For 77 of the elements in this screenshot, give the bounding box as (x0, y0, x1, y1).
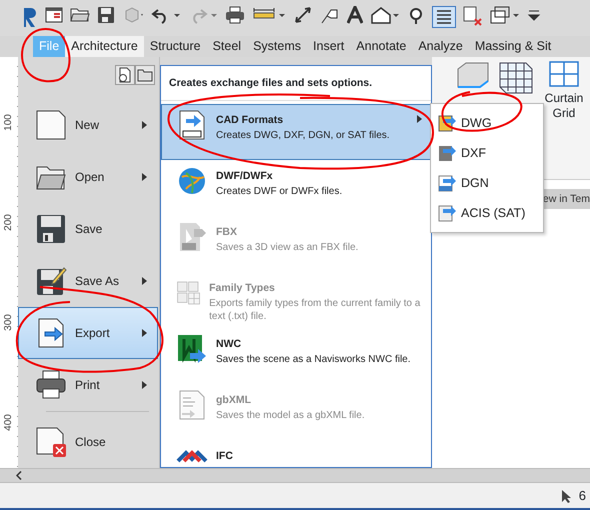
close-document-icon (35, 426, 67, 458)
ruler-label: 400 (2, 414, 15, 431)
submenu-item[interactable]: DGN (431, 168, 543, 198)
folder-icon[interactable] (70, 6, 90, 22)
ribbon-tab[interactable]: Insert (307, 36, 350, 57)
navisworks-icon (176, 332, 208, 365)
ribbon-tab[interactable]: Steel (206, 36, 248, 57)
export-option[interactable]: CAD Formats Creates DWG, DXF, DGN, or SAT files. (161, 104, 431, 160)
ruler-label: 200 (2, 214, 15, 231)
printer-icon (35, 369, 67, 402)
switch-windows-icon[interactable] (490, 6, 520, 26)
submenu-item[interactable]: DWG (431, 108, 543, 138)
ribbon-tab[interactable]: Analyze (412, 36, 469, 57)
dxf-file-icon (437, 144, 457, 162)
app-logo-icon[interactable] (22, 6, 38, 28)
menu-item[interactable]: Open (18, 151, 158, 204)
curtain-grid-icon (549, 61, 579, 87)
option-title: DWF/DWFx (216, 168, 274, 184)
menu-item[interactable]: Save As (18, 255, 158, 308)
ribbon-tab[interactable]: Architecture (65, 36, 144, 57)
option-title: IFC (216, 448, 234, 464)
status-text: 6 (578, 486, 586, 505)
ribbon-tab[interactable]: Massing & Sit (468, 36, 558, 57)
curtain-system-icon (498, 61, 534, 95)
list-icon[interactable] (432, 6, 456, 28)
export-option[interactable]: IFC (161, 440, 431, 467)
recent-documents-icon[interactable] (115, 65, 135, 85)
ribbon-tab[interactable]: Structure (144, 36, 207, 57)
scroll-left-icon[interactable] (16, 471, 22, 480)
option-description: Exports family types from the current family to a text (.txt) file. (209, 296, 422, 322)
ribbon-button-label[interactable]: Curtain Grid (542, 91, 586, 121)
horizontal-scrollbar[interactable] (0, 468, 590, 482)
save-as-icon (35, 265, 67, 298)
print-icon[interactable] (225, 6, 245, 24)
ruler-label: 100 (2, 114, 15, 131)
submenu-arrow-icon (142, 381, 147, 390)
close-windows-icon[interactable] (463, 6, 483, 26)
option-description: Creates DWF or DWFx files. (216, 184, 344, 198)
option-title: CAD Formats (216, 112, 284, 128)
cursor-icon (560, 488, 571, 502)
export-option[interactable]: DWF/DWFx Creates DWF or DWFx files. (161, 160, 431, 216)
save-icon (35, 213, 67, 246)
house-icon[interactable] (370, 6, 400, 24)
open-documents-icon[interactable] (135, 65, 155, 85)
menu-item[interactable]: Save (18, 203, 158, 256)
menu-item[interactable]: Close (18, 416, 158, 468)
option-description: Saves the model as a gbXML file. (216, 408, 366, 422)
option-title: NWC (216, 336, 242, 352)
menu-item[interactable]: New (18, 99, 158, 152)
menu-item[interactable]: Print (18, 359, 158, 411)
submenu-arrow-icon (142, 121, 147, 130)
page-icon (35, 109, 67, 142)
submenu-arrow-icon (142, 173, 147, 182)
menu-description: Creates exchange files and sets options. (161, 66, 431, 101)
text-icon[interactable] (347, 6, 363, 24)
menu-item[interactable]: Export (18, 307, 158, 360)
option-description: Creates DWG, DXF, DGN, or SAT files. (216, 128, 391, 142)
sat-file-icon (437, 204, 457, 222)
option-description: Saves a 3D view as an FBX file. (216, 240, 360, 254)
submenu-arrow-icon (142, 277, 147, 286)
option-title: Family Types (209, 280, 276, 296)
dimension-icon[interactable] (293, 6, 313, 24)
window-icon[interactable] (45, 6, 63, 24)
pin-icon[interactable] (407, 6, 425, 24)
submenu-arrow-icon (142, 329, 147, 338)
export-option[interactable]: NWC Saves the scene as a Navisworks NWC file. (161, 328, 431, 384)
ruler-label: 300 (2, 314, 15, 331)
save-icon[interactable] (97, 6, 115, 24)
option-title: gbXML (216, 392, 252, 408)
ribbon-tab[interactable]: Systems (247, 36, 308, 57)
dgn-file-icon (437, 174, 457, 192)
option-description: Saves the scene as a Navisworks NWC file. (216, 352, 412, 366)
ribbon-tab[interactable]: Annotate (350, 36, 412, 57)
submenu-item[interactable]: DXF (431, 138, 543, 168)
option-title: FBX (216, 224, 238, 240)
submenu-item[interactable]: ACIS (SAT) (431, 198, 543, 228)
submenu-arrow-icon (417, 114, 422, 123)
